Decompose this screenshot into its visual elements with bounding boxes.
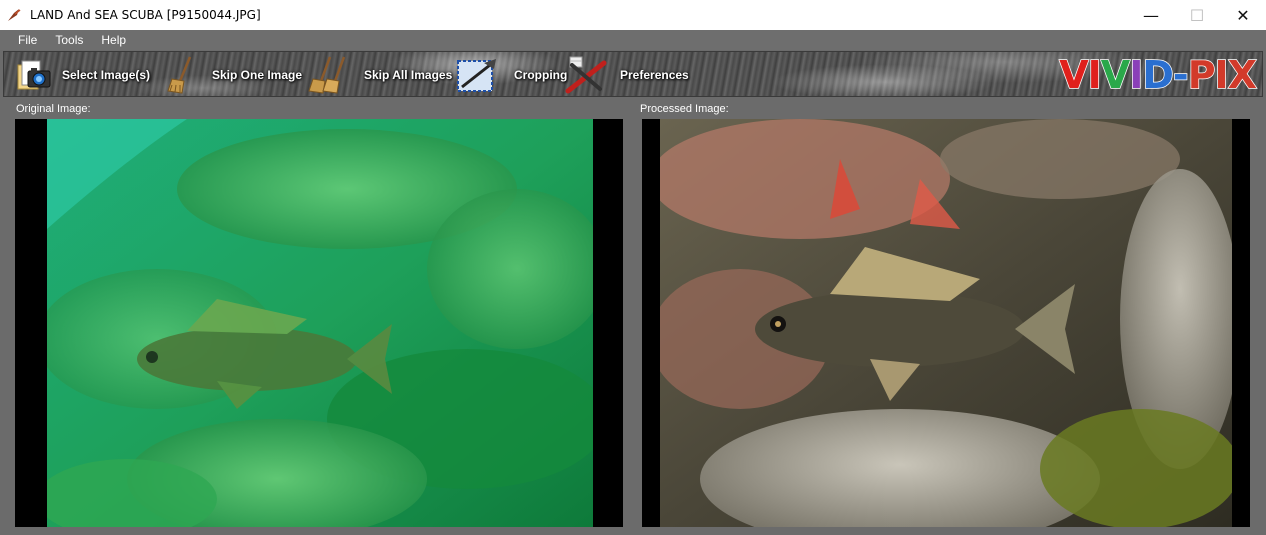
processed-image-panel: [642, 119, 1250, 527]
logo-letter: I: [1087, 52, 1103, 98]
processed-image-label: Processed Image:: [640, 103, 729, 115]
logo-letter: D: [1142, 52, 1175, 98]
cropping-label: Cropping: [514, 68, 568, 82]
menu-file[interactable]: File: [9, 33, 46, 47]
skip-all-images-button[interactable]: Skip All Images: [308, 52, 452, 98]
broom-icon: [167, 56, 192, 94]
preferences-label: Preferences: [620, 68, 689, 82]
logo-letter: I: [1214, 52, 1230, 98]
menu-help[interactable]: Help: [92, 33, 135, 47]
skip-one-image-button[interactable]: Skip One Image: [164, 52, 302, 98]
window-title: LAND And SEA SCUBA [P9150044.JPG]: [30, 8, 261, 22]
logo-letter: V: [1058, 52, 1089, 98]
select-images-button[interactable]: Select Image(s): [10, 52, 150, 98]
original-image: [47, 119, 593, 527]
select-images-label: Select Image(s): [62, 68, 151, 82]
vivid-pix-logo: VIVID-PIX: [1058, 52, 1258, 98]
title-bar: LAND And SEA SCUBA [P9150044.JPG] — ☐ ✕: [0, 0, 1266, 31]
menu-bar: File Tools Help: [0, 30, 1266, 50]
preferences-button[interactable]: Preferences: [564, 52, 689, 98]
logo-letter: I: [1128, 52, 1144, 98]
skip-one-image-label: Skip One Image: [212, 68, 303, 82]
logo-letter: V: [1100, 52, 1131, 98]
logo-letter: X: [1227, 52, 1258, 98]
maximize-button[interactable]: ☐: [1174, 0, 1220, 30]
tools-icon: [565, 56, 607, 94]
window-controls: — ☐ ✕: [1128, 0, 1266, 30]
skip-all-images-label: Skip All Images: [364, 68, 453, 82]
logo-letter: -: [1172, 52, 1189, 98]
menu-tools[interactable]: Tools: [46, 33, 92, 47]
app-icon: [8, 9, 21, 21]
processed-image: [660, 119, 1232, 527]
logo-letter: P: [1187, 52, 1216, 98]
original-image-panel: [15, 119, 623, 527]
brooms-icon: [308, 56, 346, 94]
camera-folder-icon: [17, 60, 51, 90]
toolbar: Select Image(s) Skip One Image Skip All …: [3, 51, 1263, 98]
cropping-button[interactable]: Cropping: [456, 52, 567, 98]
minimize-button[interactable]: —: [1128, 0, 1174, 30]
close-button[interactable]: ✕: [1220, 0, 1266, 30]
crop-icon: [457, 59, 496, 92]
original-image-label: Original Image:: [16, 103, 91, 115]
